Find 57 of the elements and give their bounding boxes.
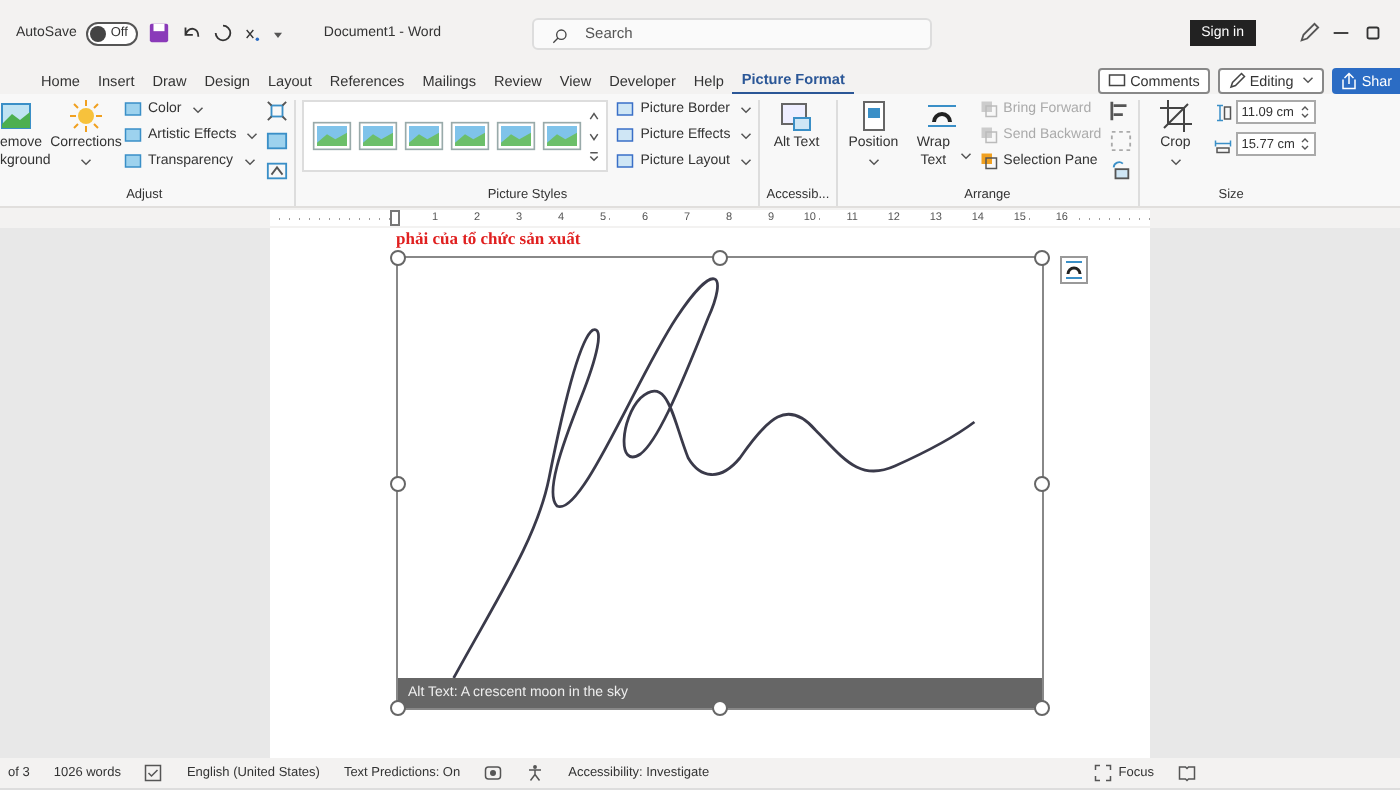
change-picture-icon[interactable] [266, 130, 289, 152]
caret-icon [740, 131, 753, 139]
resize-handle[interactable] [712, 700, 728, 716]
resize-handle[interactable] [390, 700, 406, 716]
redo-icon[interactable] [211, 22, 234, 44]
compress-icon[interactable] [266, 100, 289, 122]
crop-icon [1159, 100, 1192, 132]
caret-icon [1169, 157, 1182, 166]
gallery-scroll-icon[interactable] [588, 108, 601, 164]
document-text: phải của tổ chức sản xuất [396, 228, 581, 248]
reset-picture-icon[interactable] [266, 160, 289, 182]
caret-icon [867, 157, 880, 166]
accessibility-icon[interactable] [526, 764, 545, 782]
pen-icon[interactable] [1298, 22, 1320, 44]
picture-style-thumbnail[interactable] [358, 120, 399, 152]
share-icon [1339, 71, 1358, 89]
caret-icon [80, 157, 92, 166]
alt-text-icon [780, 100, 813, 132]
caret-icon [959, 151, 972, 160]
rotate-icon[interactable] [1109, 160, 1132, 182]
focus-icon [1094, 764, 1113, 782]
picture-icon [0, 100, 32, 132]
caret-icon [246, 131, 259, 139]
resize-handle[interactable] [1034, 475, 1050, 491]
sun-icon [70, 100, 102, 132]
subscript-icon[interactable] [243, 25, 260, 41]
resize-handle[interactable] [712, 250, 728, 266]
caret-icon [191, 105, 204, 113]
picture-style-thumbnail[interactable] [542, 120, 583, 152]
pencil-icon [1227, 71, 1246, 89]
wrap-text-icon [925, 100, 958, 132]
caret-icon [739, 157, 752, 165]
save-icon[interactable] [147, 22, 170, 44]
read-mode-icon[interactable] [1178, 764, 1196, 782]
caret-icon [739, 105, 752, 113]
resize-handle[interactable] [1034, 700, 1050, 716]
restore-icon[interactable] [1362, 22, 1384, 44]
caret-icon [1301, 76, 1314, 84]
resize-handle[interactable] [390, 475, 406, 491]
spinner-icon[interactable] [1300, 136, 1311, 152]
picture-style-thumbnail[interactable] [450, 120, 491, 152]
width-icon [1213, 135, 1232, 153]
resize-handle[interactable] [390, 250, 406, 266]
align-icon[interactable] [1109, 100, 1132, 122]
picture-style-thumbnail[interactable] [312, 120, 353, 152]
proofing-icon[interactable] [144, 764, 163, 782]
picture-style-thumbnail[interactable] [404, 120, 445, 152]
height-icon [1213, 103, 1232, 121]
track-changes-icon[interactable] [484, 764, 503, 782]
layout-options-icon[interactable] [1060, 256, 1088, 284]
resize-handle[interactable] [1034, 250, 1050, 266]
position-icon [857, 100, 890, 132]
indent-marker[interactable] [390, 210, 400, 226]
spinner-icon[interactable] [1299, 104, 1310, 120]
comment-icon [1108, 71, 1127, 89]
caret-icon [243, 157, 256, 165]
picture-style-thumbnail[interactable] [496, 120, 537, 152]
